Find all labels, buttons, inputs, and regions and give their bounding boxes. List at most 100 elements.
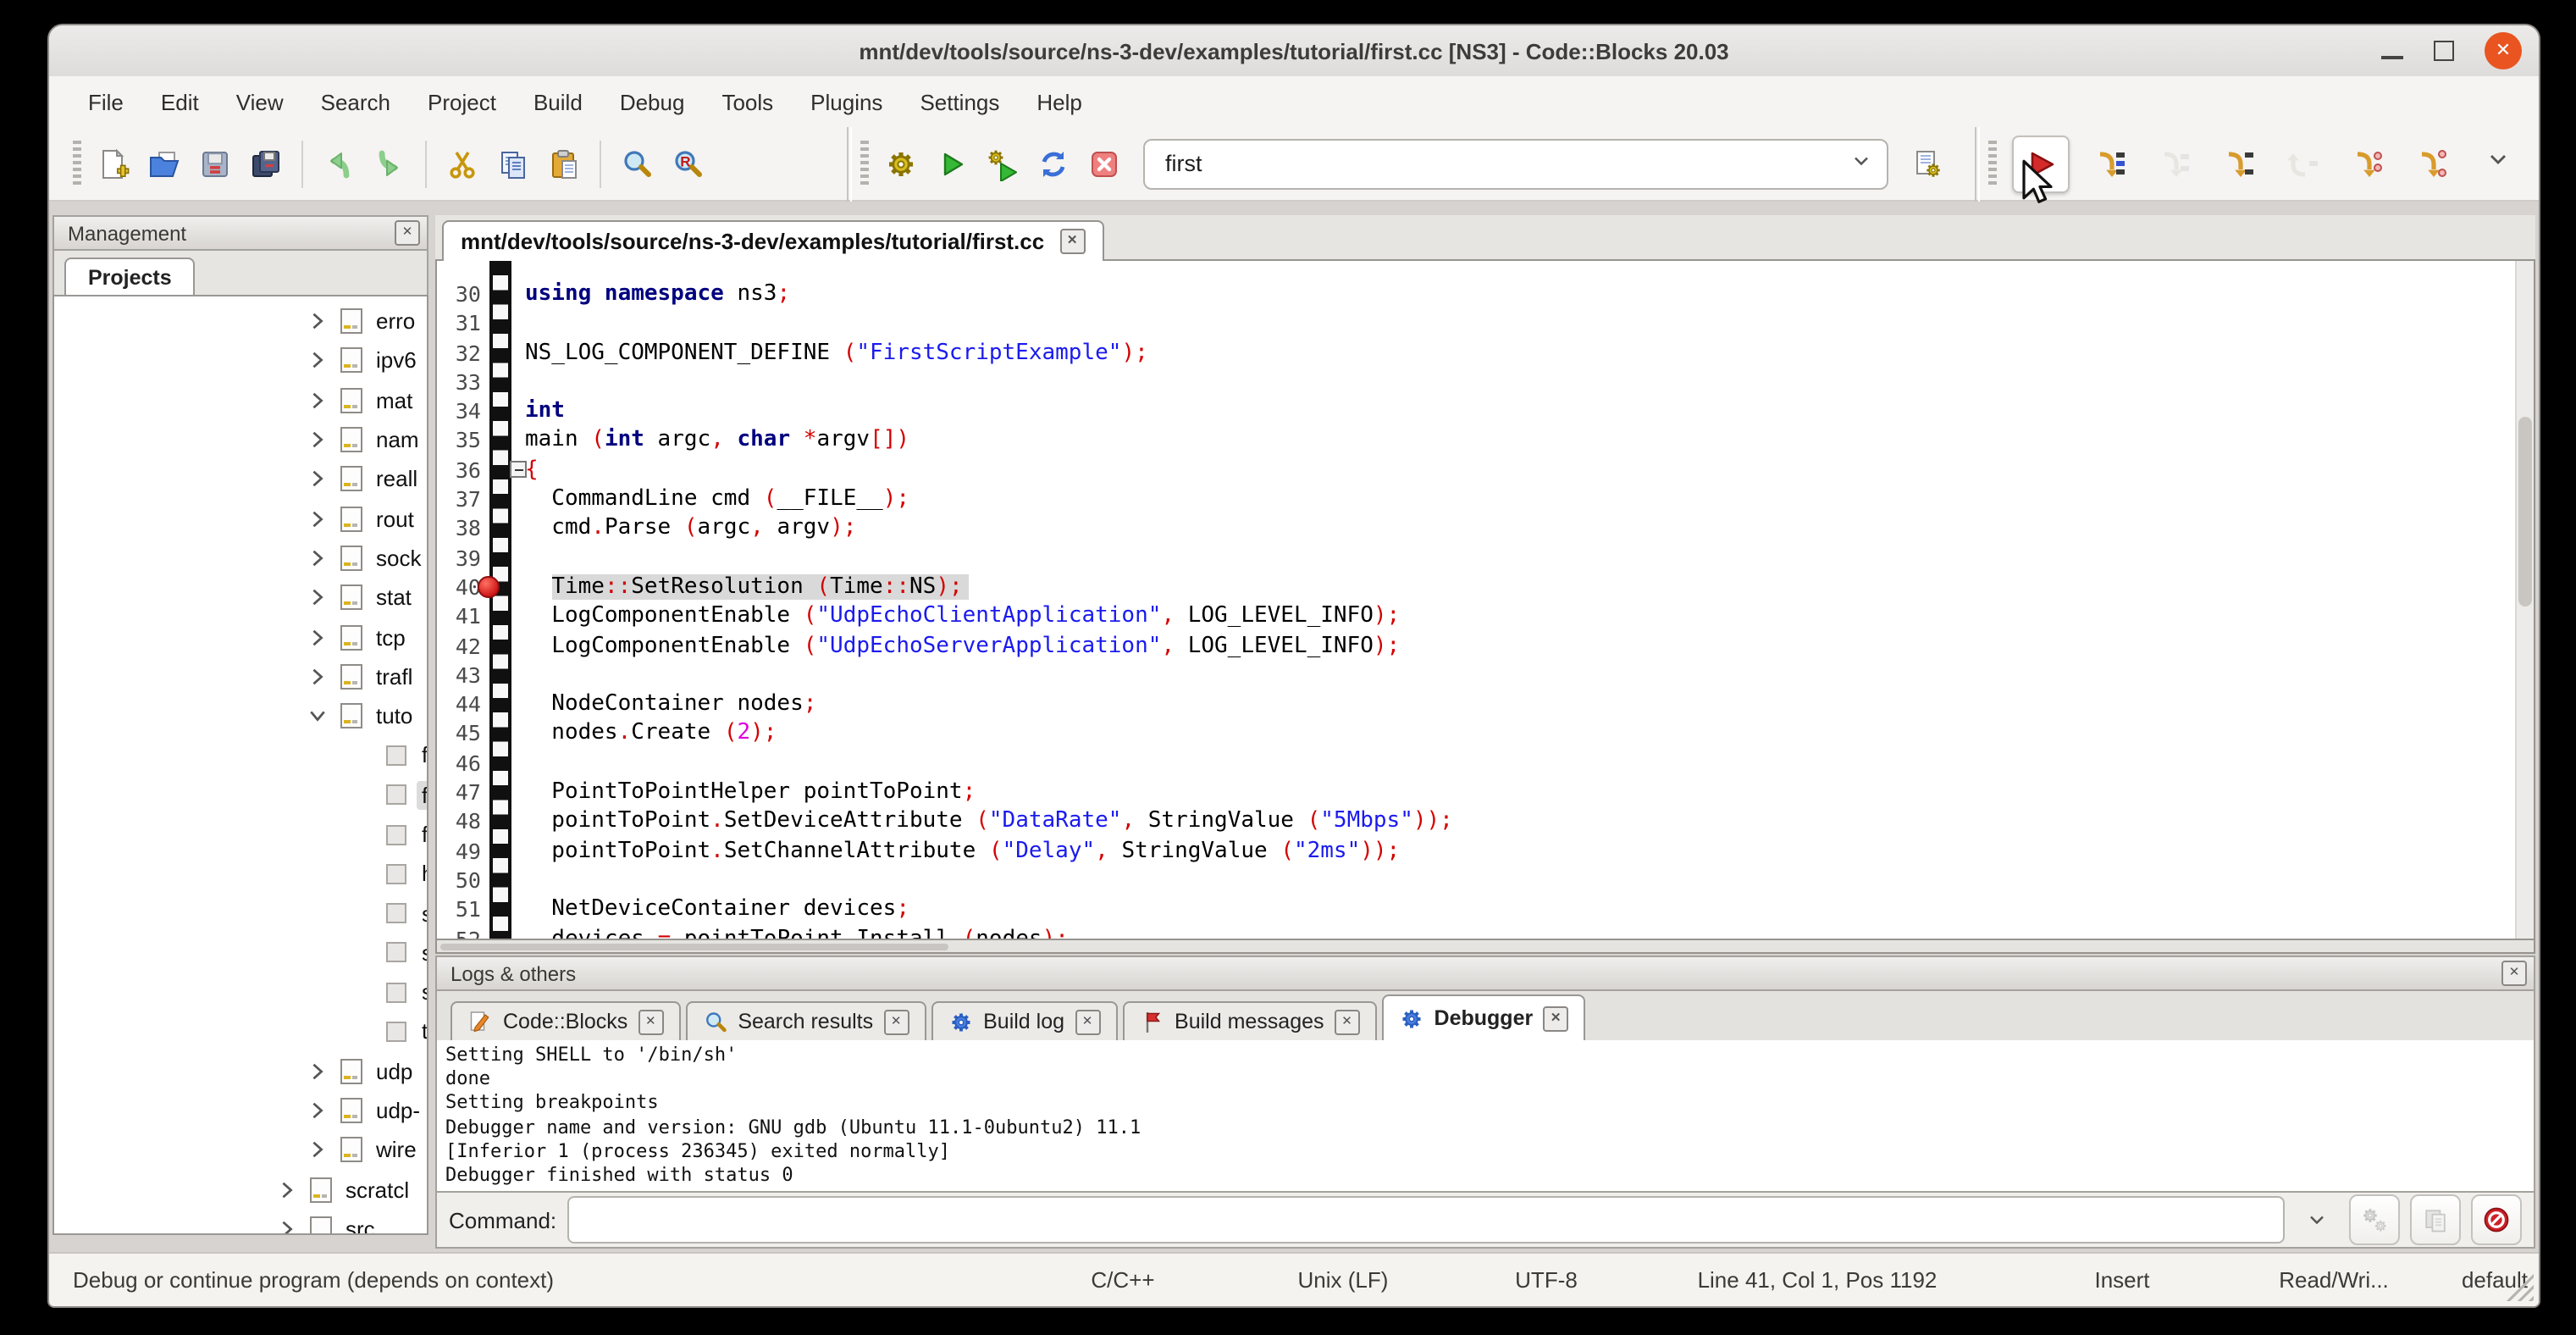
clear-log-button[interactable] — [2471, 1194, 2522, 1245]
chevron-right-icon[interactable] — [308, 588, 327, 607]
code-line-32[interactable]: 32NS_LOG_COMPONENT_DEFINE ("FirstScriptE… — [437, 338, 2517, 368]
step-into-button[interactable] — [2215, 140, 2263, 187]
tree-item-stat[interactable]: stat — [54, 578, 427, 618]
abort-build-button[interactable] — [1081, 140, 1128, 187]
find-button[interactable] — [613, 140, 661, 187]
tree-item-rout[interactable]: rout — [54, 499, 427, 539]
paste-button[interactable] — [540, 140, 588, 187]
log-tab-search-results[interactable]: Search results — [685, 1001, 926, 1040]
editor-horizontal-scrollbar[interactable] — [435, 939, 2535, 954]
chevron-right-icon[interactable] — [308, 430, 327, 449]
tree-item-se[interactable]: se — [54, 933, 427, 973]
breakpoint-icon[interactable] — [478, 576, 499, 597]
toolbar-grip[interactable] — [860, 140, 869, 187]
chevron-right-icon[interactable] — [308, 628, 327, 646]
line-number[interactable]: 44 — [437, 690, 481, 719]
copy-log-button[interactable] — [2410, 1194, 2461, 1245]
menu-file[interactable]: File — [69, 82, 142, 121]
code-line-31[interactable]: 31 — [437, 309, 2517, 339]
line-number[interactable]: 51 — [437, 895, 481, 924]
code-line-34[interactable]: 34int — [437, 396, 2517, 426]
tree-item-nam[interactable]: nam — [54, 420, 427, 460]
log-tab-code-blocks[interactable]: Code::Blocks — [451, 1001, 680, 1040]
code-line-50[interactable]: 50 — [437, 866, 2517, 895]
chevron-right-icon[interactable] — [308, 470, 327, 489]
debug-continue-button[interactable] — [2012, 135, 2070, 192]
new-file-button[interactable] — [90, 140, 137, 187]
line-number[interactable]: 47 — [437, 778, 481, 807]
code-line-42[interactable]: 42 LogComponentEnable ("UdpEchoServerApp… — [437, 631, 2517, 661]
tree-item-se[interactable]: se — [54, 894, 427, 933]
line-number[interactable]: 38 — [437, 514, 481, 544]
line-number[interactable]: 32 — [437, 338, 481, 368]
editor-hscroll-thumb[interactable] — [440, 943, 948, 950]
line-number[interactable]: 33 — [437, 368, 481, 397]
chevron-right-icon[interactable] — [278, 1220, 296, 1235]
close-log-tab-icon[interactable] — [638, 1009, 663, 1034]
menu-plugins[interactable]: Plugins — [792, 82, 901, 121]
save-button[interactable] — [191, 140, 239, 187]
close-log-tab-icon[interactable] — [1075, 1009, 1100, 1034]
chevron-expanded-icon[interactable] — [308, 706, 327, 725]
log-tab-build-log[interactable]: Build log — [931, 1001, 1117, 1040]
step-out-button[interactable] — [2280, 140, 2327, 187]
code-line-48[interactable]: 48 pointToPoint.SetDeviceAttribute ("Dat… — [437, 807, 2517, 837]
code-editor[interactable]: 30using namespace ns3;3132NS_LOG_COMPONE… — [435, 261, 2535, 939]
minimize-icon[interactable] — [2381, 56, 2403, 59]
chevron-right-icon[interactable] — [308, 391, 327, 409]
menu-settings[interactable]: Settings — [901, 82, 1018, 121]
code-line-35[interactable]: 35main (int argc, char *argv[]) — [437, 426, 2517, 456]
line-number[interactable]: 52 — [437, 924, 481, 939]
close-logs-icon[interactable] — [2501, 961, 2527, 986]
project-tree[interactable]: erroipv6matnamreallroutsockstattcptraflt… — [53, 295, 428, 1235]
tree-item-fif[interactable]: fif — [54, 736, 427, 776]
code-line-47[interactable]: 47 PointToPointHelper pointToPoint; — [437, 778, 2517, 807]
close-editor-tab-icon[interactable] — [1059, 229, 1085, 254]
open-file-button[interactable] — [141, 140, 188, 187]
line-number[interactable]: 39 — [437, 543, 481, 573]
chevron-right-icon[interactable] — [308, 1141, 327, 1160]
build-target-options-button[interactable] — [1904, 140, 1951, 187]
chevron-right-icon[interactable] — [308, 1062, 327, 1081]
tree-item-udp[interactable]: udp — [54, 1051, 427, 1091]
code-line-49[interactable]: 49 pointToPoint.SetChannelAttribute ("De… — [437, 836, 2517, 866]
log-tab-build-messages[interactable]: Build messages — [1122, 1001, 1377, 1040]
chevron-right-icon[interactable] — [278, 1180, 296, 1199]
chevron-right-icon[interactable] — [308, 312, 327, 330]
chevron-right-icon[interactable] — [308, 549, 327, 568]
close-icon[interactable] — [2485, 32, 2522, 69]
editor-vertical-scrollbar[interactable] — [2515, 261, 2534, 939]
code-line-51[interactable]: 51 NetDeviceContainer devices; — [437, 895, 2517, 924]
undo-button[interactable] — [315, 140, 362, 187]
step-into-instruction-button[interactable] — [2408, 140, 2456, 187]
menu-help[interactable]: Help — [1018, 82, 1101, 121]
code-line-44[interactable]: 44 NodeContainer nodes; — [437, 690, 2517, 719]
command-input[interactable] — [567, 1196, 2285, 1244]
line-number[interactable]: 45 — [437, 719, 481, 749]
fold-collapse-icon[interactable] — [510, 462, 527, 479]
line-number[interactable]: 37 — [437, 485, 481, 514]
tree-item-ipv6[interactable]: ipv6 — [54, 341, 427, 381]
close-log-tab-icon[interactable] — [1543, 1005, 1568, 1031]
debugger-settings-button[interactable] — [2349, 1194, 2400, 1245]
line-number[interactable]: 40 — [437, 573, 481, 602]
build-and-run-button[interactable] — [979, 140, 1026, 187]
next-instruction-button[interactable] — [2344, 140, 2391, 187]
line-number[interactable]: 35 — [437, 426, 481, 456]
tree-item-reall[interactable]: reall — [54, 459, 427, 499]
line-number[interactable]: 49 — [437, 836, 481, 866]
menu-edit[interactable]: Edit — [142, 82, 218, 121]
line-number[interactable]: 31 — [437, 309, 481, 339]
close-log-tab-icon[interactable] — [1335, 1009, 1360, 1034]
toolbar-overflow-button[interactable] — [2485, 146, 2512, 181]
log-tab-debugger[interactable]: Debugger — [1382, 994, 1586, 1040]
next-line-button[interactable] — [2151, 140, 2198, 187]
code-line-46[interactable]: 46 — [437, 749, 2517, 778]
editor-vscroll-thumb[interactable] — [2518, 417, 2532, 607]
replace-button[interactable]: R — [664, 140, 711, 187]
code-line-30[interactable]: 30using namespace ns3; — [437, 280, 2517, 309]
menu-tools[interactable]: Tools — [703, 82, 792, 121]
menu-debug[interactable]: Debug — [601, 82, 704, 121]
tree-item-scratcl[interactable]: scratcl — [54, 1170, 427, 1210]
line-number[interactable]: 43 — [437, 661, 481, 690]
